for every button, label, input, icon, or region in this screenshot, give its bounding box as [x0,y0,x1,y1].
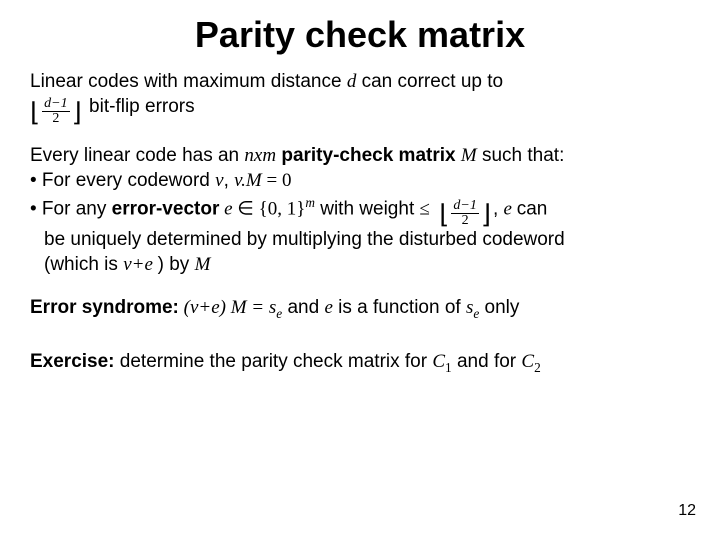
element-of-icon: ∈ [237,198,254,219]
page-number: 12 [678,502,696,520]
text: and for [452,351,522,372]
text: with weight [315,198,420,219]
bullet-2-cont2: (which is v+e ) by M [30,253,690,278]
var-v: v [215,170,223,191]
text: can correct up to [356,71,503,92]
floor-fraction-2: ⌊ d−1 2 ⌋ [439,199,491,228]
text: only [479,297,519,318]
bold-text: parity-check matrix [276,145,461,166]
sub-1: 1 [445,360,452,375]
var-C2: C [521,351,534,372]
numerator: d−1 [42,97,69,112]
bullet-2-cont1: be uniquely determined by multiplying th… [30,228,690,253]
text: • For every codeword [30,170,215,191]
var-M: M [461,145,477,166]
v-plus-e: v+e [123,254,157,275]
var-e: e [219,198,237,219]
text: ) by [158,254,195,275]
exercise-line: Exercise: determine the parity check mat… [30,350,690,376]
bullet-1: • For every codeword v, v.M = 0 [30,169,690,194]
eq0: = 0 [262,170,292,191]
sub-2: 2 [534,360,541,375]
text: Every linear code has an [30,145,244,166]
vM: v.M [234,170,262,191]
lfloor-icon: ⌊ [30,100,40,126]
syndrome-eq: (v+e) M = s [179,297,276,318]
leq-icon: ≤ [420,198,430,219]
bullet-2: • For any error-vector e ∈ {0, 1}m with … [30,194,690,229]
exercise-label: Exercise: [30,351,115,372]
var-e3: e [324,297,332,318]
error-vector-label: error-vector [112,198,220,219]
var-C1: C [432,351,445,372]
text: can [517,198,548,219]
text: such that: [477,145,565,166]
floor-fraction: ⌊ d−1 2 ⌋ [30,97,82,126]
text: , [224,170,235,191]
lfloor-icon: ⌊ [439,202,449,228]
fraction: d−1 2 [449,199,480,228]
text: and [282,297,324,318]
text: • For any [30,198,112,219]
error-syndrome-label: Error syndrome: [30,297,179,318]
var-e2: e [504,198,517,219]
numerator: d−1 [451,199,478,214]
rfloor-icon: ⌋ [72,100,82,126]
text: (which is [44,254,123,275]
text: Linear codes with maximum distance [30,71,347,92]
text: determine the parity check matrix for [115,351,433,372]
error-syndrome-line: Error syndrome: (v+e) M = se and e is a … [30,296,690,322]
var-d: d [347,71,357,92]
nxm: nxm [244,145,276,166]
fraction: d−1 2 [40,97,71,126]
sup-m: m [305,195,315,210]
definition-paragraph: Every linear code has an nxm parity-chec… [30,144,690,278]
var-M2: M [195,254,211,275]
rfloor-icon: ⌋ [481,202,491,228]
denominator: 2 [460,214,471,228]
set: {0, 1} [254,198,306,219]
text: , [493,198,504,219]
intro-paragraph: Linear codes with maximum distance d can… [30,70,690,126]
denominator: 2 [50,112,61,126]
slide-title: Parity check matrix [30,14,690,56]
text: bit-flip errors [89,96,195,117]
text: is a function of [333,297,466,318]
